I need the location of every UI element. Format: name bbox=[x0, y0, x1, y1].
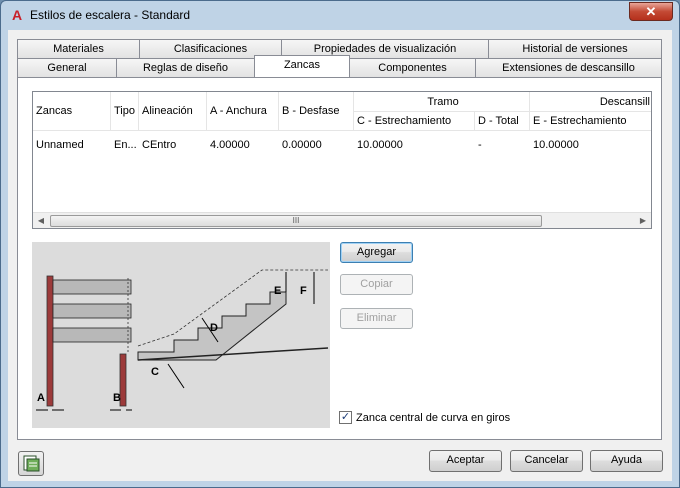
stringer-diagram: A B C D E F bbox=[32, 242, 330, 428]
cell-alineacion[interactable]: CEntro bbox=[139, 136, 207, 154]
tab-zancas[interactable]: Zancas bbox=[254, 55, 350, 77]
tab-materiales[interactable]: Materiales bbox=[17, 39, 140, 58]
cell-d-total[interactable]: - bbox=[475, 136, 530, 154]
col-group-tramo: Tramo bbox=[354, 92, 530, 112]
dialog-window: A Estilos de escalera - Standard ✕ Mater… bbox=[0, 0, 680, 488]
style-browser-icon bbox=[23, 455, 40, 472]
lower-stringer-bar bbox=[52, 327, 132, 343]
tab-general[interactable]: General bbox=[17, 58, 117, 77]
horizontal-scrollbar[interactable]: ◀ III ▶ bbox=[33, 212, 651, 228]
aceptar-button[interactable]: Aceptar bbox=[429, 450, 502, 472]
col-header-tipo[interactable]: Tipo bbox=[111, 92, 139, 131]
label-e: E bbox=[274, 285, 282, 297]
col-header-a-anchura[interactable]: A - Anchura bbox=[207, 92, 279, 131]
dialog-client-area: Materiales Clasificaciones Propiedades d… bbox=[8, 30, 672, 481]
style-browser-button[interactable] bbox=[18, 451, 44, 476]
label-f: F bbox=[300, 285, 307, 297]
ayuda-button[interactable]: Ayuda bbox=[590, 450, 663, 472]
cell-zancas[interactable]: Unnamed bbox=[33, 136, 111, 154]
cell-c-estrechamiento[interactable]: 10.00000 bbox=[354, 136, 475, 154]
cell-a-anchura[interactable]: 4.00000 bbox=[207, 136, 279, 154]
tab-extensiones-descansillo[interactable]: Extensiones de descansillo bbox=[475, 58, 662, 77]
label-b: B bbox=[113, 392, 121, 404]
copiar-button[interactable]: Copiar bbox=[340, 274, 413, 295]
col-header-d-total[interactable]: D - Total bbox=[475, 112, 530, 131]
left-post bbox=[46, 275, 54, 407]
top-stringer-bar bbox=[52, 279, 132, 295]
cell-e-estrechamiento[interactable]: 10.00000 bbox=[530, 136, 651, 154]
label-d: D bbox=[210, 322, 218, 334]
eliminar-button[interactable]: Eliminar bbox=[340, 308, 413, 329]
window-title: Estilos de escalera - Standard bbox=[30, 8, 191, 22]
zancas-tab-panel: Zancas Tipo Alineación A - Anchura B - D… bbox=[17, 77, 662, 440]
cancelar-button[interactable]: Cancelar bbox=[510, 450, 583, 472]
close-button[interactable]: ✕ bbox=[629, 2, 673, 21]
tab-historial-versiones[interactable]: Historial de versiones bbox=[488, 39, 662, 58]
cell-tipo[interactable]: En... bbox=[111, 136, 139, 154]
middle-stringer-bar bbox=[52, 303, 132, 319]
scroll-thumb[interactable]: III bbox=[50, 215, 542, 227]
col-header-alineacion[interactable]: Alineación bbox=[139, 92, 207, 131]
label-a: A bbox=[37, 392, 45, 404]
cell-b-desfase[interactable]: 0.00000 bbox=[279, 136, 354, 154]
col-header-c-estrechamiento[interactable]: C - Estrechamiento bbox=[354, 112, 475, 131]
zanca-central-checkbox[interactable]: ✓ bbox=[339, 411, 352, 424]
tab-reglas-diseno[interactable]: Reglas de diseño bbox=[116, 58, 255, 77]
label-c: C bbox=[151, 366, 159, 378]
scroll-left-arrow-icon[interactable]: ◀ bbox=[33, 213, 49, 228]
agregar-button[interactable]: Agregar bbox=[340, 242, 413, 263]
stringers-grid[interactable]: Zancas Tipo Alineación A - Anchura B - D… bbox=[32, 91, 652, 229]
scroll-right-arrow-icon[interactable]: ▶ bbox=[635, 213, 651, 228]
autocad-app-icon[interactable]: A bbox=[9, 7, 25, 23]
zanca-central-checkbox-label[interactable]: Zanca central de curva en giros bbox=[356, 412, 510, 424]
col-header-zancas[interactable]: Zancas bbox=[33, 92, 111, 131]
zanca-central-checkbox-row[interactable]: ✓ Zanca central de curva en giros bbox=[339, 411, 510, 427]
title-bar[interactable]: A Estilos de escalera - Standard ✕ bbox=[1, 1, 679, 29]
col-header-e-estrechamiento[interactable]: E - Estrechamiento bbox=[530, 112, 651, 131]
stringer-diagram-illustration bbox=[36, 269, 329, 411]
col-header-b-desfase[interactable]: B - Desfase bbox=[279, 92, 354, 131]
tab-componentes[interactable]: Componentes bbox=[349, 58, 476, 77]
col-group-descansillo: Descansill bbox=[530, 92, 651, 112]
